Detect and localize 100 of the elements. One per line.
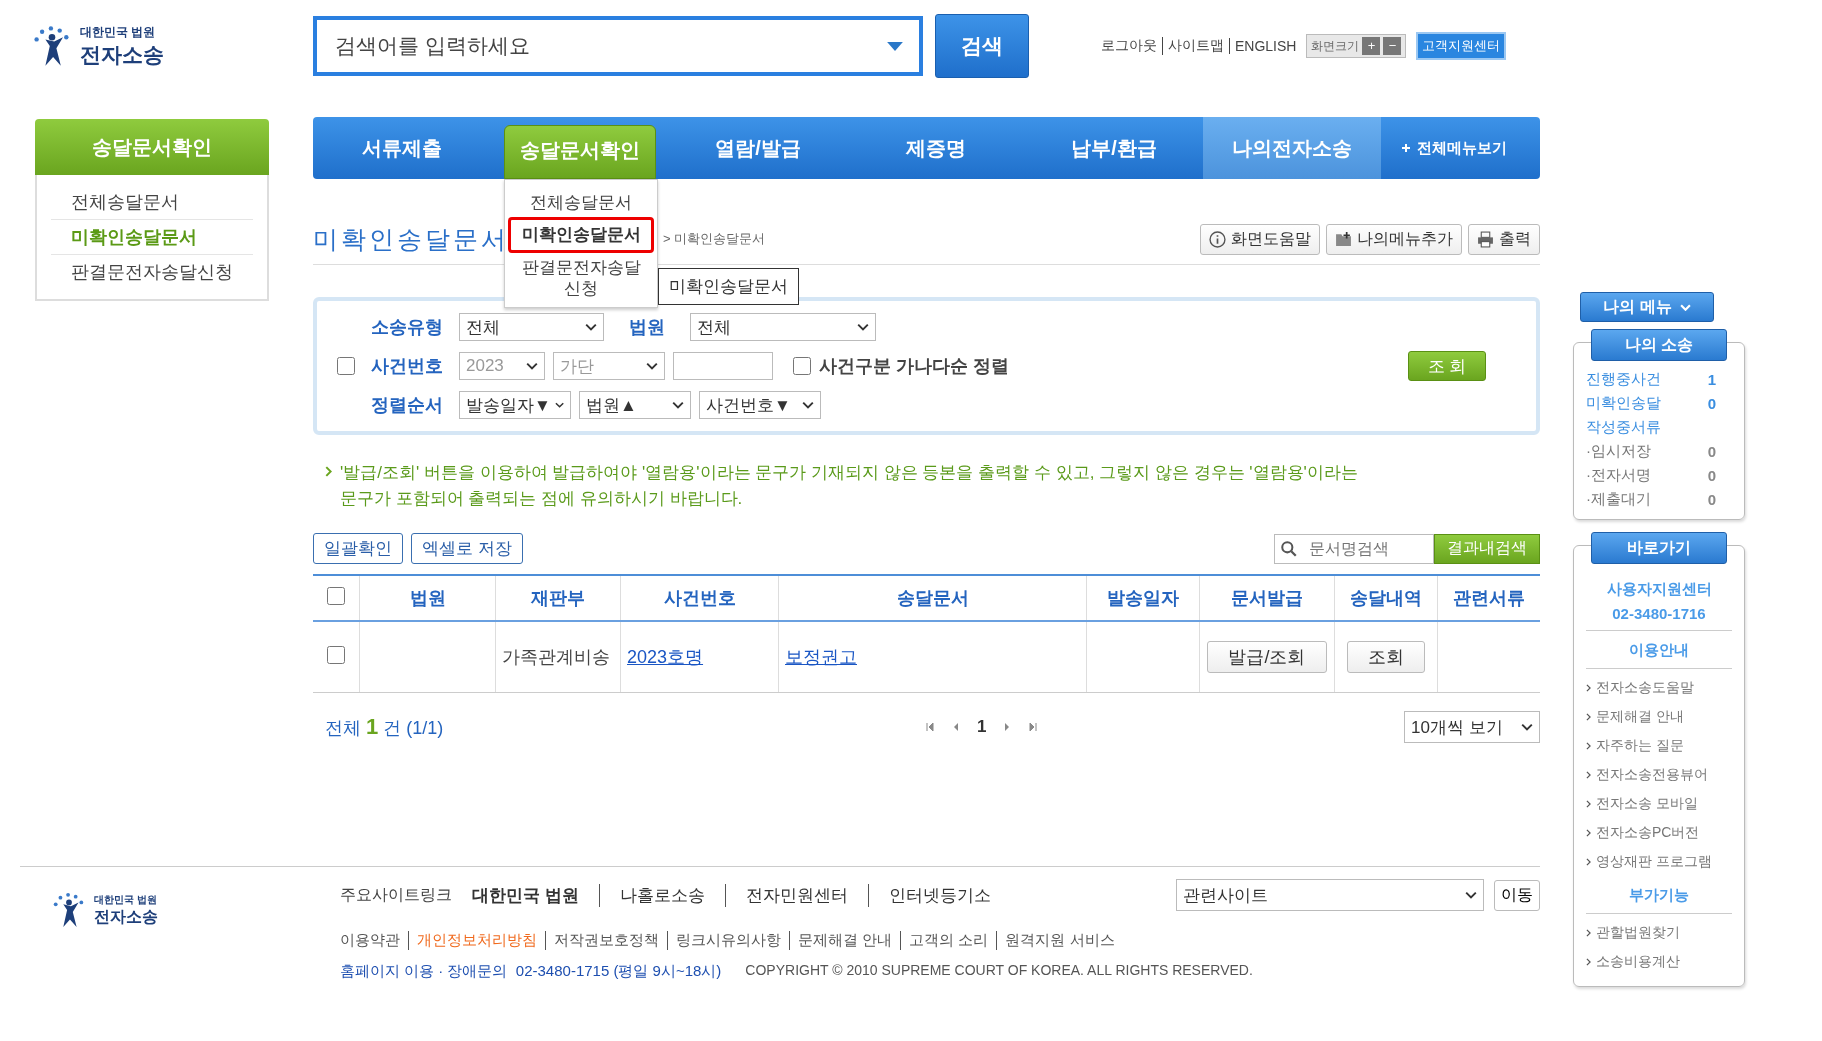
case-status-link[interactable]: ·전자서명 — [1586, 466, 1651, 485]
column-header: 사건번호 — [620, 575, 779, 621]
checkbox[interactable] — [793, 357, 811, 375]
support-center-text: 사용자지원센터 — [1606, 580, 1712, 599]
history-button[interactable]: 조회 — [1347, 641, 1425, 673]
nav-tab[interactable]: 열람/발급 — [669, 117, 847, 179]
document-link[interactable]: 보정권고 — [785, 647, 857, 667]
case-count: 0 — [1707, 491, 1716, 508]
panel-title: 바로가기 — [1591, 532, 1727, 564]
top-link[interactable]: ENGLISH — [1229, 38, 1297, 54]
case-count: 0 — [1707, 395, 1716, 412]
column-header: 법원 — [359, 575, 496, 621]
search-button[interactable]: 검색 — [935, 14, 1029, 78]
chevron-icon — [1586, 828, 1591, 837]
zoom-out-button[interactable]: − — [1383, 37, 1402, 55]
case-count: 0 — [1707, 443, 1716, 460]
shortcut-link[interactable]: 영상재판 프로그램 — [1596, 852, 1712, 871]
caret-icon — [1465, 891, 1477, 899]
footer-link[interactable]: 문제해결 안내 — [789, 931, 901, 950]
sidebar-item[interactable]: 판결문전자송달신청 — [51, 255, 253, 289]
checkbox-label: 사건구분 가나다순 정렬 — [819, 355, 1009, 378]
case-count: 0 — [1707, 467, 1716, 484]
filter-label: 정렬순서 — [370, 394, 444, 417]
footer-link[interactable]: 이용약관 — [340, 931, 408, 950]
select-field[interactable]: 전체 — [459, 313, 604, 341]
checkbox[interactable] — [337, 357, 355, 375]
dropdown-item[interactable]: 판결문전자송달신청 — [505, 252, 657, 303]
footer-link[interactable]: 링크시유의사항 — [667, 931, 789, 950]
dropdown-item[interactable]: 미확인송달문서 — [508, 217, 654, 253]
top-link[interactable]: 로그아웃 — [1101, 37, 1157, 55]
notice-text: '발급/조회' 버튼을 이용하여 발급하여야 '열람용'이라는 문구가 기재되지 않은 등본을 출력할 수 있고, 그렇지 않은 경우는 '열람용'이라는 문구가 포함되어 출력되는 점에 유의하시기 바랍니다. — [340, 462, 1359, 510]
footer-link[interactable]: 대한민국 법원 — [452, 883, 599, 907]
action-button[interactable]: 일괄확인 — [313, 533, 403, 564]
my-menu-button[interactable]: 나의 메뉴 — [1580, 292, 1714, 322]
footer-link[interactable]: 나홀로소송 — [598, 883, 725, 907]
page-size-select[interactable]: 10개씩 보기 — [1404, 711, 1540, 743]
shortcut-link[interactable]: 전자소송 모바일 — [1596, 794, 1698, 813]
zoom-in-button[interactable]: + — [1362, 37, 1381, 55]
nav-tab[interactable]: 납부/환급 — [1025, 117, 1203, 179]
caret-icon — [802, 401, 814, 409]
input-field[interactable] — [673, 352, 773, 380]
page-number[interactable]: 1 — [977, 717, 987, 737]
case-status-link[interactable]: ·임시저장 — [1586, 442, 1651, 461]
shortcut-link[interactable]: 자주하는 질문 — [1596, 736, 1684, 755]
caret-icon — [554, 401, 564, 409]
related-sites-select[interactable]: 관련사이트 — [1176, 879, 1484, 911]
nav-tab[interactable]: 서류제출 — [313, 117, 491, 179]
folder-plus-icon — [1335, 230, 1352, 248]
case-status-link[interactable]: 미확인송달 — [1586, 394, 1661, 413]
tool-button[interactable]: 화면도움말 — [1200, 223, 1320, 255]
logo-name: 전자소송 — [80, 41, 164, 68]
shortcut-link[interactable]: 전자소송도움말 — [1596, 678, 1694, 697]
shortcut-link[interactable]: 소송비용계산 — [1596, 952, 1680, 971]
caret-icon — [526, 362, 538, 370]
case-status-link[interactable]: 진행중사건 — [1586, 370, 1661, 389]
chevron-icon — [1586, 857, 1591, 866]
case-status-link[interactable]: 작성중서류 — [1586, 418, 1661, 437]
chevron-icon — [1586, 712, 1591, 721]
all-menu-link[interactable]: 전체메뉴보기 — [1401, 117, 1507, 179]
case-number-link[interactable]: 2023호명 — [627, 647, 704, 667]
footer-link[interactable]: 인터넷등기소 — [867, 883, 1011, 907]
logo-org: 대한민국 법원 — [94, 892, 158, 907]
select-field[interactable]: 법원▲ — [579, 391, 691, 419]
select-all-checkbox[interactable] — [327, 586, 345, 605]
tool-button[interactable]: 출력 — [1468, 223, 1540, 255]
shortcut-link[interactable]: 문제해결 안내 — [1596, 707, 1684, 726]
footer-link[interactable]: 원격지원 서비스 — [996, 931, 1123, 950]
document-search-field[interactable]: 문서명검색 — [1274, 533, 1434, 564]
action-button[interactable]: 엑셀로 저장 — [411, 533, 523, 564]
column-header: 송달내역 — [1334, 575, 1438, 621]
caret-icon — [1521, 723, 1533, 731]
select-field[interactable]: 사건번호▼ — [699, 391, 821, 419]
nav-tab[interactable]: 제증명 — [847, 117, 1025, 179]
plus-icon — [1401, 143, 1411, 153]
select-field[interactable]: 전체 — [690, 313, 876, 341]
shortcut-link[interactable]: 전자소송전용뷰어 — [1596, 765, 1708, 784]
top-link[interactable]: 사이트맵 — [1162, 37, 1224, 55]
sidebar-item[interactable]: 전체송달문서 — [51, 185, 253, 220]
info-icon — [1209, 230, 1226, 248]
chevron-icon — [1586, 683, 1591, 692]
case-status-link[interactable]: ·제출대기 — [1586, 490, 1651, 509]
issue-button[interactable]: 발급/조회 — [1207, 641, 1327, 673]
go-button[interactable]: 이동 — [1494, 879, 1540, 911]
caret-icon — [585, 323, 597, 331]
tool-button[interactable]: 나의메뉴추가 — [1326, 223, 1462, 255]
search-field[interactable]: 검색어를 입력하세요 — [313, 16, 923, 76]
footer-link[interactable]: 저작권보호정책 — [545, 931, 667, 950]
first-page-icon[interactable] — [925, 722, 935, 732]
breadcrumb: > 미확인송달문서 — [663, 230, 766, 248]
sidebar-item[interactable]: 미확인송달문서 — [51, 220, 253, 255]
shortcut-link[interactable]: 전자소송PC버전 — [1596, 823, 1700, 842]
footer-link[interactable]: 고객의 소리 — [900, 931, 997, 950]
last-page-icon[interactable] — [1028, 722, 1039, 732]
row-checkbox[interactable] — [327, 645, 345, 664]
chevron-icon — [1586, 928, 1591, 937]
shortcut-link[interactable]: 관할법원찾기 — [1596, 923, 1680, 942]
support-center-button[interactable]: 고객지원센터 — [1416, 32, 1507, 60]
select-field[interactable]: 발송일자▼ — [459, 391, 571, 419]
footer-link[interactable]: 전자민원센터 — [724, 883, 868, 907]
dropdown-item[interactable]: 전체송달문서 — [505, 188, 657, 218]
